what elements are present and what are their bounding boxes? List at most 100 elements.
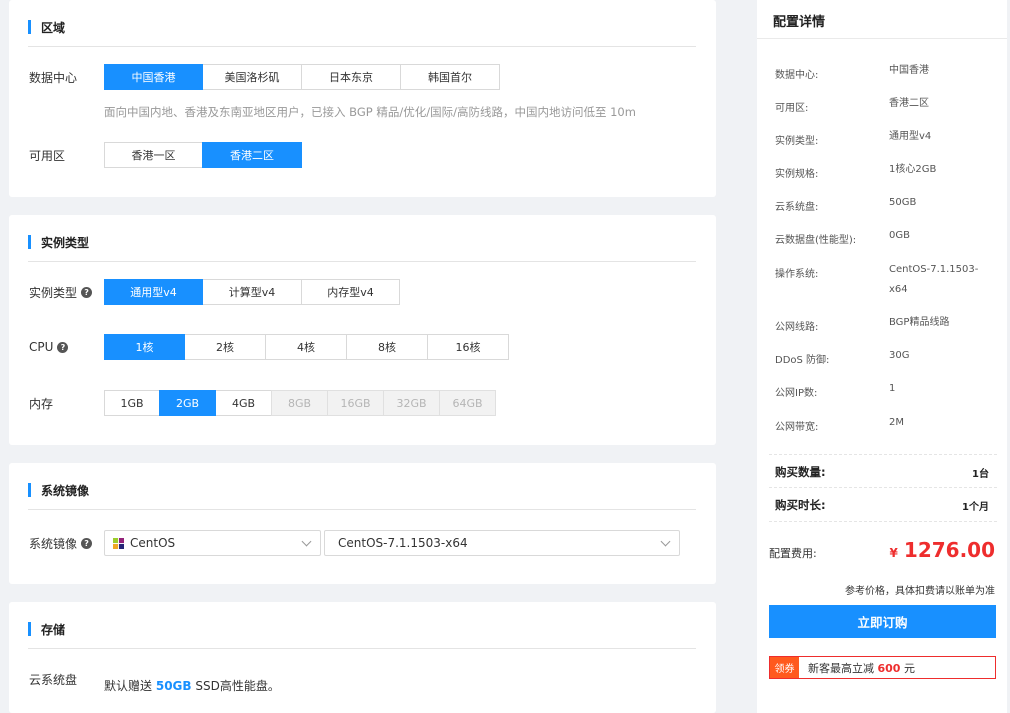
datacenter-label: 数据中心: [29, 70, 78, 85]
spec-label: 云系统盘:: [775, 202, 819, 213]
system-disk-amount: 50GB: [155, 679, 192, 693]
coupon-tag: 领券: [770, 657, 799, 678]
config-summary-panel: 配置详情 数据中心: 中国香港 可用区: 香港二区 实例类型: 通用型v4 实例…: [757, 0, 1007, 713]
memory-options: 1GB 2GB 4GB 8GB 16GB 32GB 64GB: [104, 390, 496, 416]
cpu-option[interactable]: 8核: [346, 334, 428, 360]
instance-type-option[interactable]: 内存型v4: [301, 279, 400, 305]
instance-card: 实例类型 实例类型? 通用型v4 计算型v4 内存型v4 CPU? 1核 2核 …: [9, 215, 716, 445]
version-select-value: CentOS-7.1.1503-x64: [338, 536, 468, 550]
datacenter-hint: 面向中国内地、香港及东南亚地区用户，已接入 BGP 精品/优化/国际/高防线路，…: [104, 105, 636, 119]
spec-label: 可用区:: [775, 103, 809, 114]
datacenter-option[interactable]: 韩国首尔: [400, 64, 500, 90]
chevron-down-icon: [660, 536, 671, 547]
spec-label: DDoS 防御:: [775, 355, 830, 366]
spec-value: CentOS-7.1.1503-x64: [889, 264, 979, 295]
instance-type-label: 实例类型?: [29, 279, 93, 305]
datacenter-option[interactable]: 日本东京: [301, 64, 401, 90]
duration-value: 1个月: [962, 502, 989, 513]
cpu-option[interactable]: 4核: [265, 334, 347, 360]
cpu-options: 1核 2核 4核 8核 16核: [104, 334, 509, 360]
cpu-option[interactable]: 2核: [184, 334, 266, 360]
system-disk-label: 云系统盘: [29, 672, 78, 687]
spec-label: 数据中心:: [775, 70, 819, 81]
coupon-amount: 600: [877, 661, 901, 675]
spec-value: 中国香港: [889, 65, 929, 76]
datacenter-options: 中国香港 美国洛杉矶 日本东京 韩国首尔: [104, 64, 500, 90]
spec-label: 实例类型:: [775, 136, 819, 147]
zone-label: 可用区: [29, 148, 66, 163]
memory-option: 16GB: [327, 390, 384, 416]
memory-option[interactable]: 4GB: [215, 390, 272, 416]
currency-symbol: ¥: [889, 546, 898, 560]
spec-label: 公网IP数:: [775, 388, 818, 399]
quantity-label: 购买数量:: [775, 465, 826, 479]
order-now-button[interactable]: 立即订购: [769, 605, 996, 638]
help-icon[interactable]: ?: [81, 286, 93, 298]
storage-section-title: 存储: [28, 621, 65, 637]
divider: [769, 521, 997, 522]
spec-value: 1: [889, 383, 896, 394]
instance-type-option[interactable]: 计算型v4: [202, 279, 302, 305]
storage-card: 存储 云系统盘 默认赠送 50GB SSD高性能盘。: [9, 602, 716, 713]
zone-options: 香港一区 香港二区: [104, 142, 302, 168]
image-card: 系统镜像 系统镜像? CentOS CentOS-7.1.1503-x64: [9, 463, 716, 584]
section-divider: [28, 648, 696, 649]
spec-value: 通用型v4: [889, 131, 932, 142]
spec-value: 0GB: [889, 230, 910, 241]
spec-value: 2M: [889, 417, 904, 428]
memory-option: 64GB: [439, 390, 496, 416]
instance-type-options: 通用型v4 计算型v4 内存型v4: [104, 279, 400, 305]
help-icon[interactable]: ?: [57, 341, 69, 353]
cpu-label: CPU?: [29, 334, 69, 360]
version-select[interactable]: CentOS-7.1.1503-x64: [324, 530, 680, 556]
memory-option: 32GB: [383, 390, 440, 416]
instance-section-title: 实例类型: [28, 234, 89, 250]
spec-value: 30G: [889, 350, 910, 361]
memory-option[interactable]: 2GB: [159, 390, 216, 416]
region-section-title: 区域: [28, 19, 65, 35]
system-disk-info: 默认赠送 50GB SSD高性能盘。: [104, 679, 280, 693]
region-card: 区域 数据中心 中国香港 美国洛杉矶 日本东京 韩国首尔 面向中国内地、香港及东…: [9, 0, 716, 197]
zone-option[interactable]: 香港二区: [202, 142, 302, 168]
os-select[interactable]: CentOS: [104, 530, 321, 556]
fee-label: 配置费用:: [769, 547, 817, 560]
cpu-option[interactable]: 1核: [104, 334, 185, 360]
summary-title: 配置详情: [773, 15, 826, 30]
datacenter-option[interactable]: 美国洛杉矶: [202, 64, 302, 90]
os-select-value: CentOS: [130, 536, 176, 550]
image-label: 系统镜像?: [29, 530, 93, 556]
chevron-down-icon: [301, 536, 312, 547]
zone-option[interactable]: 香港一区: [104, 142, 203, 168]
section-divider: [28, 509, 696, 510]
price-value: 1276.00: [903, 538, 995, 562]
memory-option: 8GB: [271, 390, 328, 416]
spec-label: 云数据盘(性能型):: [775, 235, 857, 246]
coupon-text: 新客最高立减 600 元: [808, 661, 915, 675]
spec-value: 香港二区: [889, 98, 929, 109]
spec-label: 实例规格:: [775, 169, 819, 180]
price: ¥ 1276.00: [890, 538, 995, 562]
duration-label: 购买时长:: [775, 498, 826, 512]
cpu-option[interactable]: 16核: [427, 334, 509, 360]
section-divider: [757, 38, 1007, 39]
divider: [769, 454, 997, 455]
spec-value: 50GB: [889, 197, 917, 208]
instance-type-option[interactable]: 通用型v4: [104, 279, 203, 305]
image-section-title: 系统镜像: [28, 482, 89, 498]
section-divider: [28, 46, 696, 47]
spec-value: BGP精品线路: [889, 317, 950, 328]
spec-label: 公网带宽:: [775, 422, 819, 433]
datacenter-option[interactable]: 中国香港: [104, 64, 203, 90]
divider: [769, 487, 997, 488]
memory-option[interactable]: 1GB: [104, 390, 160, 416]
help-icon[interactable]: ?: [81, 537, 93, 549]
memory-label: 内存: [29, 396, 54, 411]
quantity-value: 1台: [972, 469, 989, 480]
spec-value: 1核心2GB: [889, 164, 937, 175]
price-note: 参考价格，具体扣费请以账单为准: [845, 586, 995, 597]
centos-icon: [113, 537, 124, 549]
section-divider: [28, 261, 696, 262]
spec-label: 公网线路:: [775, 322, 819, 333]
spec-label: 操作系统:: [775, 269, 819, 280]
coupon-banner[interactable]: 领券 新客最高立减 600 元: [769, 656, 996, 679]
